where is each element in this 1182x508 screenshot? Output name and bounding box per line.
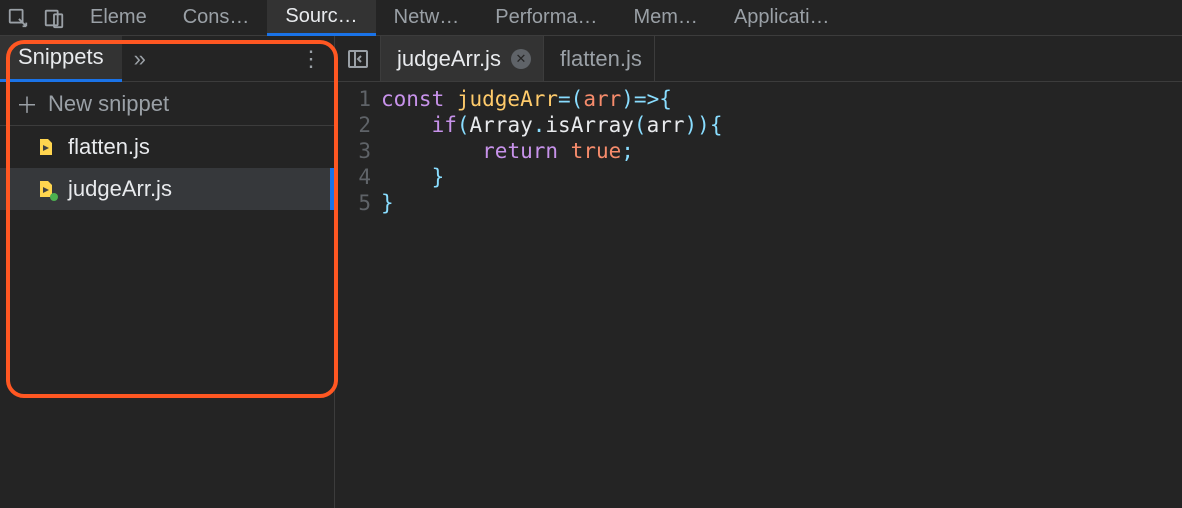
snippet-file-item[interactable]: flatten.js <box>0 126 334 168</box>
snippet-file-item[interactable]: judgeArr.js <box>0 168 334 210</box>
line-number: 2 <box>335 112 371 138</box>
code-line: const judgeArr=(arr)=>{ <box>381 86 1182 112</box>
main-tab-0[interactable]: Eleme <box>72 0 165 36</box>
more-tabs-icon[interactable]: » <box>122 46 158 72</box>
inspect-icon[interactable] <box>0 0 36 36</box>
main-tab-3[interactable]: Netw… <box>376 0 478 36</box>
code-line: } <box>381 164 1182 190</box>
editor-tab[interactable]: judgeArr.js ✕ <box>381 36 544 81</box>
code-line: return true; <box>381 138 1182 164</box>
editor-tab[interactable]: flatten.js <box>544 36 655 81</box>
snippet-file-icon <box>36 137 56 157</box>
device-toggle-icon[interactable] <box>36 0 72 36</box>
close-icon[interactable]: ✕ <box>511 49 531 69</box>
modified-dot-icon <box>50 193 58 201</box>
code-line: if(Array.isArray(arr)){ <box>381 112 1182 138</box>
line-number: 4 <box>335 164 371 190</box>
sources-sidebar: Snippets » ⋮ ＋ New snippet flatten.js jud… <box>0 36 335 508</box>
code-line: } <box>381 190 1182 216</box>
main-tab-2[interactable]: Sourc… <box>267 0 375 36</box>
new-snippet-label: New snippet <box>48 91 169 117</box>
sidebar-overflow-icon[interactable]: ⋮ <box>296 46 326 72</box>
line-number: 5 <box>335 190 371 216</box>
editor-tab-label: flatten.js <box>560 46 642 72</box>
line-number-gutter: 12345 <box>335 86 381 508</box>
snippets-tab[interactable]: Snippets <box>0 36 122 82</box>
code-editor[interactable]: 12345 const judgeArr=(arr)=>{ if(Array.i… <box>335 82 1182 508</box>
plus-icon: ＋ <box>16 88 38 120</box>
new-snippet-button[interactable]: ＋ New snippet <box>0 82 334 126</box>
line-number: 3 <box>335 138 371 164</box>
code-content[interactable]: const judgeArr=(arr)=>{ if(Array.isArray… <box>381 86 1182 508</box>
main-tab-4[interactable]: Performa… <box>477 0 615 36</box>
snippet-file-name: flatten.js <box>68 134 150 160</box>
sidebar-tab-bar: Snippets » ⋮ <box>0 36 334 82</box>
snippet-file-icon <box>36 179 56 199</box>
editor-area: judgeArr.js ✕ flatten.js 12345 const judge… <box>335 36 1182 508</box>
editor-tab-label: judgeArr.js <box>397 46 501 72</box>
toggle-navigator-icon[interactable] <box>335 36 381 81</box>
main-tab-1[interactable]: Cons… <box>165 0 268 36</box>
line-number: 1 <box>335 86 371 112</box>
main-tab-6[interactable]: Applicati… <box>716 0 848 36</box>
snippet-file-name: judgeArr.js <box>68 176 172 202</box>
main-tab-5[interactable]: Mem… <box>615 0 715 36</box>
editor-tab-bar: judgeArr.js ✕ flatten.js <box>335 36 1182 82</box>
devtools-main-tabs: ElemeCons…Sourc…Netw…Performa…Mem…Applic… <box>0 0 1182 36</box>
